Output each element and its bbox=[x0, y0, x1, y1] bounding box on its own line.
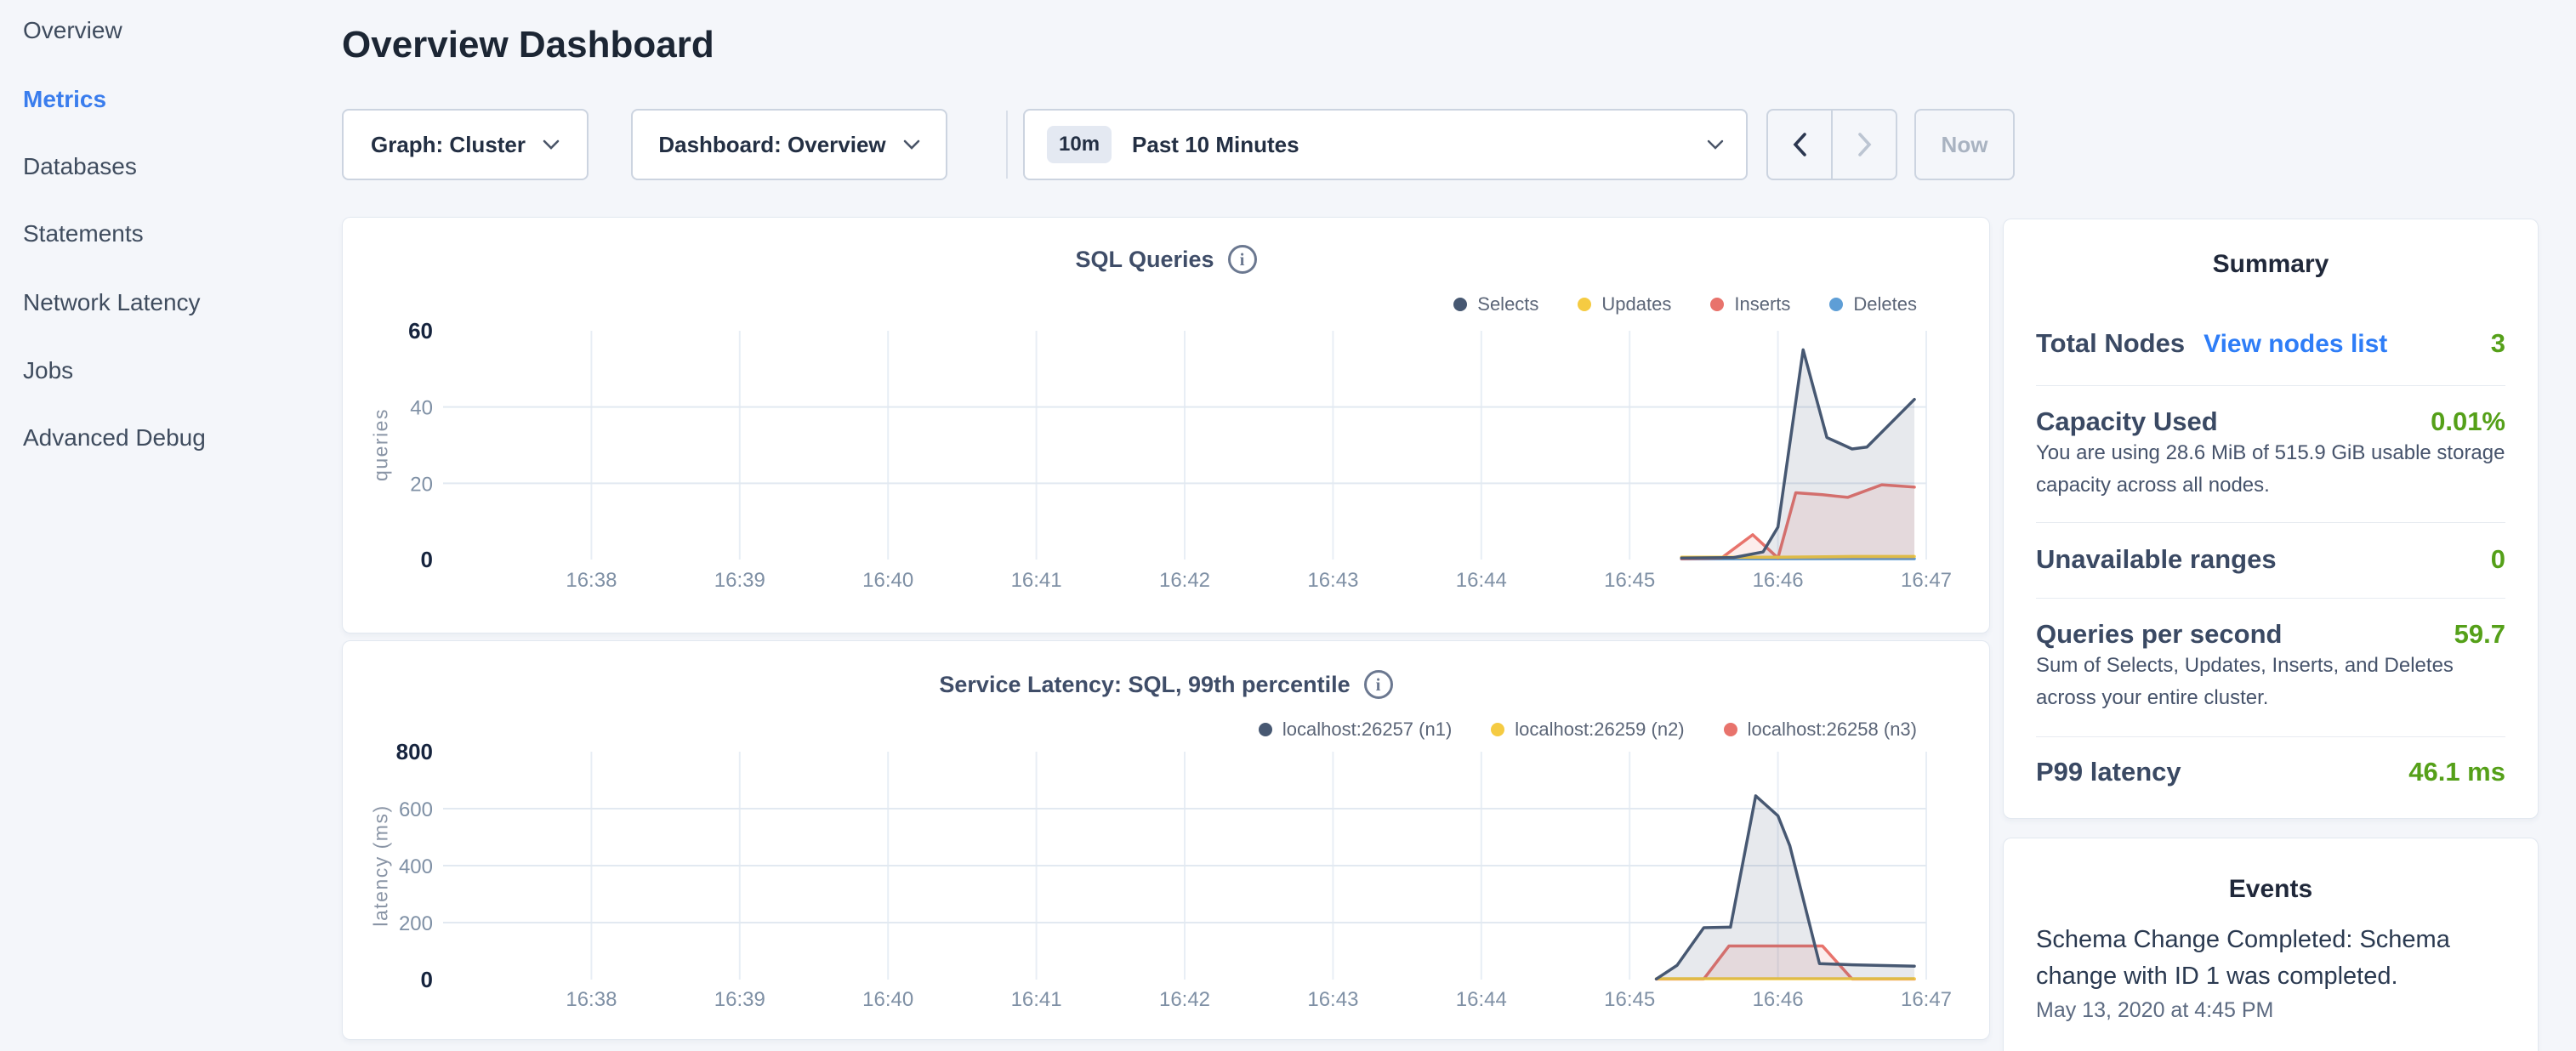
event-timestamp: May 13, 2020 at 4:45 PM bbox=[2036, 998, 2505, 1023]
svg-text:800: 800 bbox=[396, 739, 433, 764]
time-range-dropdown[interactable]: 10m Past 10 Minutes bbox=[1023, 109, 1748, 180]
toolbar-divider bbox=[1006, 111, 1008, 179]
sidebar-item-statements[interactable]: Statements bbox=[23, 220, 144, 247]
svg-text:16:46: 16:46 bbox=[1753, 569, 1804, 592]
sidebar-item-advanced-debug[interactable]: Advanced Debug bbox=[23, 424, 206, 452]
now-button[interactable]: Now bbox=[1914, 109, 2015, 180]
svg-text:16:46: 16:46 bbox=[1753, 988, 1804, 1011]
svg-text:400: 400 bbox=[399, 855, 433, 878]
summary-row-label: Capacity Used bbox=[2036, 406, 2218, 437]
dashboard-dropdown[interactable]: Dashboard: Overview bbox=[631, 109, 947, 180]
graph-scope-dropdown-label: Graph: Cluster bbox=[371, 132, 526, 158]
summary-row-label: Total Nodes bbox=[2036, 328, 2185, 359]
prev-time-range-button[interactable] bbox=[1768, 111, 1833, 179]
sidebar-item-jobs[interactable]: Jobs bbox=[23, 357, 73, 384]
svg-text:16:43: 16:43 bbox=[1307, 569, 1358, 592]
svg-text:16:40: 16:40 bbox=[862, 988, 913, 1011]
svg-text:200: 200 bbox=[399, 912, 433, 935]
summary-row-capacity-used: Capacity Used 0.01% bbox=[2036, 406, 2505, 437]
divider bbox=[2036, 598, 2505, 599]
sql-queries-chart-card: SQL Queries i SelectsUpdatesInsertsDelet… bbox=[342, 217, 1990, 633]
summary-row-queries-per-second: Queries per second 59.7 bbox=[2036, 619, 2505, 650]
time-range-badge: 10m bbox=[1047, 126, 1112, 163]
summary-row-value: 0.01% bbox=[2431, 406, 2505, 437]
svg-text:16:38: 16:38 bbox=[566, 988, 617, 1011]
summary-row-unavailable-ranges: Unavailable ranges 0 bbox=[2036, 544, 2505, 575]
summary-row-label: Unavailable ranges bbox=[2036, 544, 2277, 575]
summary-row-value: 46.1 ms bbox=[2408, 757, 2505, 787]
service-latency-chart: 16:38 16:39 16:40 16:41 16:42 16:43 16:44 16:45… bbox=[343, 641, 1991, 1041]
svg-text:16:47: 16:47 bbox=[1901, 569, 1952, 592]
divider bbox=[2036, 522, 2505, 523]
chevron-down-icon bbox=[903, 139, 920, 150]
svg-text:16:40: 16:40 bbox=[862, 569, 913, 592]
svg-text:16:45: 16:45 bbox=[1604, 569, 1655, 592]
svg-text:16:43: 16:43 bbox=[1307, 988, 1358, 1011]
svg-text:600: 600 bbox=[399, 798, 433, 821]
summary-panel: Summary Total Nodes View nodes list 3 Ca… bbox=[2003, 219, 2539, 819]
svg-text:16:44: 16:44 bbox=[1456, 988, 1507, 1011]
chevron-down-icon bbox=[543, 139, 560, 150]
svg-text:16:47: 16:47 bbox=[1901, 988, 1952, 1011]
svg-text:16:38: 16:38 bbox=[566, 569, 617, 592]
divider bbox=[2036, 385, 2505, 386]
svg-text:60: 60 bbox=[408, 318, 433, 344]
svg-text:16:42: 16:42 bbox=[1159, 569, 1210, 592]
next-time-range-button[interactable] bbox=[1833, 111, 1896, 179]
y-axis-unit-label: latency (ms) bbox=[370, 804, 393, 926]
svg-text:0: 0 bbox=[421, 967, 433, 992]
chevron-left-icon bbox=[1793, 133, 1807, 156]
summary-row-label: P99 latency bbox=[2036, 757, 2181, 787]
chevron-right-icon bbox=[1857, 133, 1872, 156]
sql-queries-chart: 16:38 16:39 16:40 16:41 16:42 16:43 16:44 16:45… bbox=[343, 218, 1991, 634]
svg-text:16:41: 16:41 bbox=[1011, 569, 1062, 592]
svg-text:16:39: 16:39 bbox=[714, 569, 765, 592]
view-nodes-list-link[interactable]: View nodes list bbox=[2204, 330, 2387, 359]
sidebar-item-overview[interactable]: Overview bbox=[23, 17, 122, 44]
dashboard-dropdown-label: Dashboard: Overview bbox=[658, 132, 885, 158]
time-range-label: Past 10 Minutes bbox=[1132, 132, 1707, 158]
summary-row-label: Queries per second bbox=[2036, 619, 2282, 650]
svg-text:40: 40 bbox=[410, 397, 433, 420]
svg-text:20: 20 bbox=[410, 473, 433, 496]
summary-row-total-nodes: Total Nodes View nodes list 3 bbox=[2036, 328, 2505, 359]
page-title: Overview Dashboard bbox=[342, 24, 714, 66]
summary-row-value: 0 bbox=[2491, 544, 2505, 575]
summary-row-description: Sum of Selects, Updates, Inserts, and De… bbox=[2036, 650, 2509, 714]
time-nav-arrows bbox=[1766, 109, 1897, 180]
sidebar-item-databases[interactable]: Databases bbox=[23, 153, 137, 180]
summary-row-value: 59.7 bbox=[2454, 619, 2505, 650]
event-message: Schema Change Completed: Schema change w… bbox=[2036, 922, 2509, 995]
chevron-down-icon bbox=[1707, 139, 1724, 150]
summary-row-value: 3 bbox=[2491, 328, 2505, 359]
svg-text:0: 0 bbox=[421, 547, 433, 572]
summary-row-description: You are using 28.6 MiB of 515.9 GiB usab… bbox=[2036, 437, 2509, 502]
db-console-metrics-page: Overview Metrics Databases Statements Ne… bbox=[0, 0, 2576, 1051]
sidebar-item-metrics[interactable]: Metrics bbox=[23, 86, 106, 113]
svg-text:16:39: 16:39 bbox=[714, 988, 765, 1011]
service-latency-chart-card: Service Latency: SQL, 99th percentile i … bbox=[342, 640, 1990, 1040]
svg-text:16:42: 16:42 bbox=[1159, 988, 1210, 1011]
summary-title: Summary bbox=[2004, 250, 2538, 279]
y-axis-unit-label: queries bbox=[370, 408, 393, 481]
svg-text:16:41: 16:41 bbox=[1011, 988, 1062, 1011]
events-title: Events bbox=[2004, 875, 2538, 904]
svg-text:16:44: 16:44 bbox=[1456, 569, 1507, 592]
summary-row-p99-latency: P99 latency 46.1 ms bbox=[2036, 757, 2505, 787]
graph-scope-dropdown[interactable]: Graph: Cluster bbox=[342, 109, 589, 180]
divider bbox=[2036, 736, 2505, 737]
svg-text:16:45: 16:45 bbox=[1604, 988, 1655, 1011]
sidebar-item-network-latency[interactable]: Network Latency bbox=[23, 289, 201, 316]
events-panel: Events Schema Change Completed: Schema c… bbox=[2003, 838, 2539, 1051]
